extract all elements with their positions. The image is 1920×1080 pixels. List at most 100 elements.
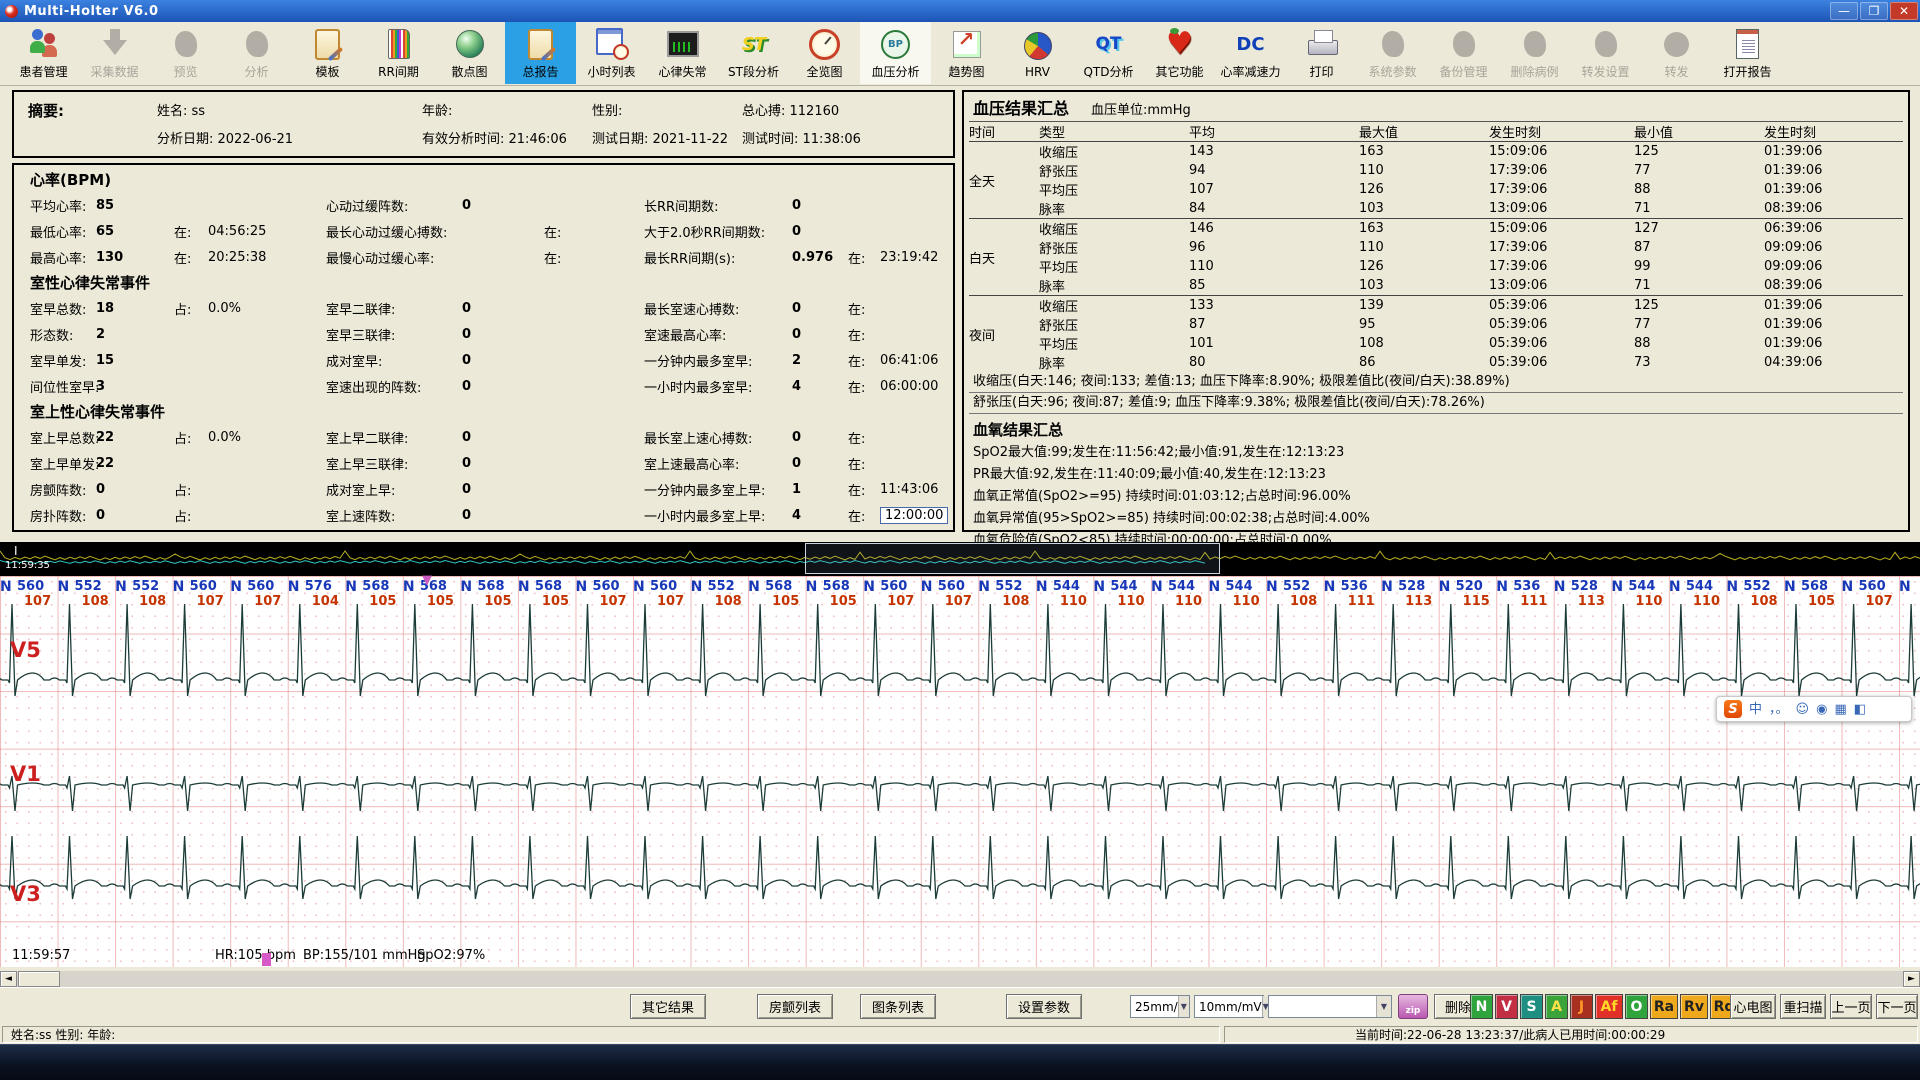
button-4[interactable]: 设置参数 xyxy=(1006,994,1082,1019)
toolbar-item-1[interactable]: 患者管理 xyxy=(8,22,79,84)
toolbar-item-13[interactable]: 血压分析 xyxy=(860,22,931,84)
summary-field: 年龄: xyxy=(422,100,452,119)
beat-type-button-A[interactable]: A xyxy=(1545,994,1568,1019)
close-button[interactable]: ✕ xyxy=(1890,2,1918,20)
toolbar-item-10[interactable]: 心律失常 xyxy=(647,22,718,84)
spo2-line: PR最大值:92,发生在:11:40:09;最小值:40,发生在:12:13:2… xyxy=(969,464,1903,486)
beat-type-button-N[interactable]: N xyxy=(1470,994,1493,1019)
ime-keyboard-icon[interactable]: ▦ xyxy=(1834,703,1846,716)
stat-row: 房颤阵数:0占:成对室上早:0一分钟内最多室上早:1在:11:43:06 xyxy=(30,476,953,502)
event-marker-icon: ▼ xyxy=(422,573,432,588)
stat-value: 0 xyxy=(462,508,544,523)
rhythm-selection-box[interactable] xyxy=(805,543,1220,574)
ime-toolbar[interactable]: S 中 ，。 ☺ ◉ ▦ ◧ xyxy=(1716,696,1912,722)
zip-export-icon[interactable]: zip xyxy=(1398,994,1428,1019)
os-taskbar[interactable] xyxy=(0,1044,1920,1080)
ime-toolbox-icon[interactable]: ◧ xyxy=(1854,703,1866,716)
scrollbar-thumb[interactable] xyxy=(18,971,60,987)
toolbar-item-15[interactable]: HRV xyxy=(1002,22,1073,84)
gray-blob-icon xyxy=(237,26,277,62)
ime-mic-icon[interactable]: ◉ xyxy=(1816,703,1827,716)
toolbar-item-16[interactable]: QTD分析 xyxy=(1073,22,1144,84)
spo2-lines: SpO2最大值:99;发生在:11:56:42;最小值:91,发生在:12:13… xyxy=(969,442,1903,552)
beat-type-button-O[interactable]: O xyxy=(1625,994,1648,1019)
summary-field-label: 年龄: xyxy=(422,104,452,119)
gray-arrow-icon xyxy=(95,26,135,62)
bp-value-cell: 01:39:06 xyxy=(1764,180,1903,199)
toolbar-item-17[interactable]: 其它功能 xyxy=(1144,22,1215,84)
stat-row: 房扑阵数:0占:室上速阵数:0一小时内最多室上早:4在:12:00:00 xyxy=(30,502,953,528)
bp-value-cell: 88 xyxy=(1634,334,1764,353)
clockred-icon xyxy=(805,26,845,62)
summary-field-label: 测试日期: xyxy=(592,132,653,147)
toolbar-item-8[interactable]: 总报告 xyxy=(505,22,576,84)
ime-punctuation-icon[interactable]: ，。 xyxy=(1769,703,1789,716)
toolbar-item-6[interactable]: RR间期 xyxy=(363,22,434,84)
ime-lang-zh-icon[interactable]: 中 xyxy=(1749,703,1762,716)
lead-label-V1: V1 xyxy=(10,762,41,786)
stat-value: 4 xyxy=(792,508,848,523)
minimize-button[interactable]: — xyxy=(1830,2,1858,20)
toolbar-item-9[interactable]: 小时列表 xyxy=(576,22,647,84)
button-上一页[interactable]: 上一页 xyxy=(1830,994,1872,1019)
bp-results-table: 时间类型平均最大值发生时刻最小值发生时刻 全天收缩压14316315:09:06… xyxy=(969,122,1903,372)
sogou-logo-icon[interactable]: S xyxy=(1724,700,1742,718)
maximize-button[interactable]: ❐ xyxy=(1860,2,1888,20)
extra-select[interactable]: ▼ xyxy=(1268,995,1392,1018)
bp-value-cell: 96 xyxy=(1189,238,1359,257)
stat-label: 室早单发: xyxy=(30,351,96,370)
stat-label: 成对室早: xyxy=(326,351,462,370)
gray-blob-icon xyxy=(1515,26,1555,62)
toolbar-item-7[interactable]: 散点图 xyxy=(434,22,505,84)
bp-value-cell: 01:39:06 xyxy=(1764,296,1903,316)
stat-label: 室速最高心率: xyxy=(644,325,792,344)
toolbar-item-18[interactable]: 心率减速力 xyxy=(1215,22,1286,84)
gain-select[interactable]: 10mm/mV▼ xyxy=(1194,995,1264,1018)
beat-type-button-J[interactable]: J xyxy=(1570,994,1593,1019)
bp-column-header: 发生时刻 xyxy=(1489,122,1634,142)
ecg-grid-area[interactable]: N560107N552108N552108N560107N560107N5761… xyxy=(0,576,1920,967)
rhythm-overview-strip[interactable]: I 11:59:35 xyxy=(0,542,1920,576)
beat-type-button-Rv[interactable]: Rv xyxy=(1680,994,1708,1019)
beat-type-button-Af[interactable]: Af xyxy=(1595,994,1623,1019)
chevron-down-icon[interactable]: ▼ xyxy=(1178,996,1189,1017)
speed-select[interactable]: 25mm/▼ xyxy=(1130,995,1190,1018)
toolbar-item-label: 总报告 xyxy=(522,63,558,80)
toolbar-item-label: 转发 xyxy=(1664,63,1688,80)
bp-value-cell: 71 xyxy=(1634,276,1764,296)
bp-value-cell: 08:39:06 xyxy=(1764,276,1903,296)
button-1[interactable]: 其它结果 xyxy=(630,994,706,1019)
button-下一页[interactable]: 下一页 xyxy=(1876,994,1918,1019)
beat-type-button-V[interactable]: V xyxy=(1495,994,1518,1019)
button-重扫描[interactable]: 重扫描 xyxy=(1780,994,1826,1019)
horizontal-scrollbar[interactable]: ◄ ► xyxy=(0,971,1920,987)
stat-row: 最高心率:130在:20:25:38最慢心动过缓心率:在:最长RR间期(s):0… xyxy=(30,244,953,270)
bp-table-row: 脉率8410313:09:067108:39:06 xyxy=(969,199,1903,219)
button-心电图[interactable]: 心电图 xyxy=(1730,994,1776,1019)
toolbar-item-25[interactable]: 打开报告 xyxy=(1712,22,1783,84)
scroll-left-arrow-icon[interactable]: ◄ xyxy=(0,971,17,987)
toolbar-item-label: 全览图 xyxy=(806,63,842,80)
toolbar-item-5[interactable]: 模板 xyxy=(292,22,363,84)
stat-label: 占: xyxy=(174,299,208,318)
beat-type-button-Ra[interactable]: Ra xyxy=(1650,994,1678,1019)
toolbar-item-3: 预览 xyxy=(150,22,221,84)
stat-label: 在: xyxy=(848,248,880,267)
chevron-down-icon[interactable]: ▼ xyxy=(1376,996,1391,1017)
scroll-right-arrow-icon[interactable]: ► xyxy=(1903,971,1920,987)
stat-label: 房颤阵数: xyxy=(30,480,96,499)
stat-value: 130 xyxy=(96,250,174,265)
bp-table-header-row: 时间类型平均最大值发生时刻最小值发生时刻 xyxy=(969,122,1903,142)
bp-value-cell: 01:39:06 xyxy=(1764,315,1903,334)
stat-value-focused[interactable]: 12:00:00 xyxy=(880,507,948,524)
beat-type-button-S[interactable]: S xyxy=(1520,994,1543,1019)
toolbar-item-14[interactable]: 趋势图 xyxy=(931,22,1002,84)
bp-unit-label: 血压单位:mmHg xyxy=(1091,99,1191,118)
lead-label-V5: V5 xyxy=(10,638,41,662)
toolbar-item-12[interactable]: 全览图 xyxy=(789,22,860,84)
button-2[interactable]: 房颤列表 xyxy=(757,994,833,1019)
toolbar-item-19[interactable]: 打印 xyxy=(1286,22,1357,84)
toolbar-item-11[interactable]: ST段分析 xyxy=(718,22,789,84)
ime-emoji-icon[interactable]: ☺ xyxy=(1796,703,1810,716)
button-3[interactable]: 图条列表 xyxy=(860,994,936,1019)
